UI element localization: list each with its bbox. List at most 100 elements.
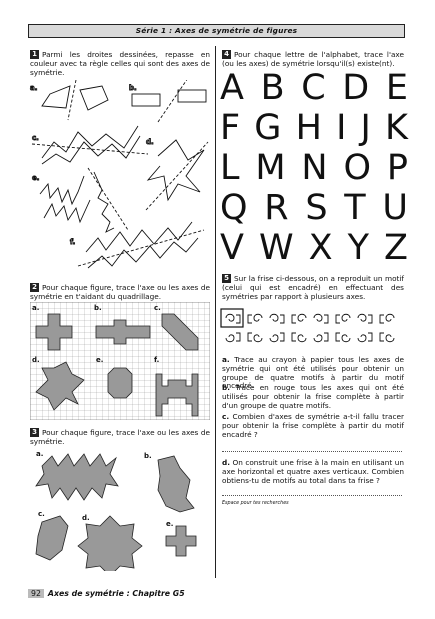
ex1-figures: a. b. c. d. e. f. (30, 80, 209, 269)
ex1-label-d: d. (146, 138, 154, 146)
letter-u: U (382, 188, 408, 228)
letter-x: X (308, 228, 333, 268)
letter-a: A (220, 68, 244, 108)
letter-f: F (220, 108, 241, 148)
ex1-fig-e2 (43, 199, 91, 224)
ex2-fig-e (107, 367, 133, 399)
ex1-fig-b-right (177, 89, 207, 103)
ex1-fig-e1 (39, 175, 85, 206)
ex1-line-b (157, 80, 188, 123)
ex2-grid-figures: a. b. c. d. e. f. (30, 302, 210, 420)
frieze-motif (313, 332, 329, 343)
ex5-question-b: b. Trace en rouge tous les axes qui ont … (222, 383, 404, 410)
ex2-label-d: d. (32, 356, 40, 364)
frieze-motif (335, 332, 351, 343)
letter-z: Z (384, 228, 408, 268)
ex5-statement: 5 Sur la frise ci-dessous, on a reproduit… (222, 274, 404, 301)
ex2-number: 2 (30, 283, 39, 292)
letter-l: L (220, 148, 240, 188)
letter-w: W (258, 228, 294, 268)
ex4-statement: 4 Pour chaque lettre de l'alphabet, trace… (222, 50, 404, 69)
ex3-figures: a. b. c. d. e. (35, 450, 197, 571)
ex1-fig-c2 (41, 135, 141, 165)
ex4-number: 4 (222, 50, 231, 59)
frieze-motif (357, 332, 373, 343)
page-header: Série 1 : Axes de symétrie de figures (28, 24, 405, 38)
ex3-text: Pour chaque figure, trace l'axe ou les a… (30, 428, 210, 446)
letter-r: R (264, 188, 289, 228)
ex3-label-a: a. (36, 450, 43, 458)
letter-v: V (220, 228, 244, 268)
ex3-fig-d (77, 515, 143, 571)
ex1-label-b: b. (129, 84, 137, 92)
frieze-motif (313, 313, 329, 324)
frieze (220, 308, 395, 343)
column-divider (215, 46, 216, 578)
ex1-label-a: a. (30, 84, 37, 92)
letter-y: Y (347, 228, 369, 268)
ex1-fig-c (41, 125, 139, 159)
ex3-number: 3 (30, 428, 39, 437)
letter-s: S (305, 188, 328, 228)
frieze-motif (357, 313, 373, 324)
ex1-label-e: e. (32, 174, 39, 182)
chapter-title: Axes de symétrie : Chapitre G5 (47, 588, 185, 598)
ex2-label-a: a. (32, 304, 39, 312)
ex5-text: Sur la frise ci-dessous, on a reproduit … (222, 274, 404, 301)
ex1-line-c (31, 143, 149, 155)
ex3-label-e: e. (166, 520, 173, 528)
letter-row-3: L M N O P (220, 148, 410, 188)
ex1-label-c: c. (32, 134, 39, 142)
letter-row-4: Q R S T U (220, 188, 410, 228)
ex5-qa-label: a. (222, 355, 230, 364)
research-space-label: Espace pour tes recherches (222, 501, 289, 506)
letter-p: P (386, 148, 408, 188)
frieze-motif (247, 313, 263, 324)
ex3-label-c: c. (38, 510, 45, 518)
page-number: 92 (28, 588, 44, 598)
ex1-fig-f (85, 221, 193, 253)
ex1-fig-d (146, 139, 205, 202)
frieze-motif (379, 313, 395, 324)
letter-row-1: A B C D E (220, 68, 410, 108)
frieze-motif (269, 313, 285, 324)
letter-h: H (295, 108, 322, 148)
letter-b: B (260, 68, 285, 108)
frieze-motif (291, 332, 307, 343)
letter-m: M (255, 148, 286, 188)
ex2-statement: 2 Pour chaque figure, trace l'axe ou les … (30, 283, 210, 302)
ex5-qd-label: d. (222, 458, 230, 467)
letter-j: J (360, 108, 371, 148)
ex5-qc-text: Combien d'axes de symétrie a-t-il fallu … (222, 412, 404, 439)
frieze-motif (269, 332, 285, 343)
ex3-statement: 3 Pour chaque figure, trace l'axe ou les … (30, 428, 210, 447)
ex2-text: Pour chaque figure, trace l'axe ou les a… (30, 283, 210, 301)
ex1-statement: 1 Parmi les droites dessinées, repasse en… (30, 50, 210, 77)
ex1-fig-a-right (79, 85, 109, 111)
letter-t: T (344, 188, 366, 228)
ex5-number: 5 (222, 274, 231, 283)
ex5-question-d: d. On construit une frise à la main en u… (222, 458, 404, 485)
frieze-motif (247, 332, 263, 343)
ex3-fig-b (157, 455, 195, 513)
ex1-fig-b-left (131, 93, 161, 107)
ex2-label-b: b. (94, 304, 102, 312)
ex1-fig-a-left (41, 85, 71, 109)
ex3-label-d: d. (82, 514, 90, 522)
ex2-label-c: c. (154, 304, 161, 312)
letter-row-5: V W X Y Z (220, 228, 410, 268)
ex5-question-c: c. Combien d'axes de symétrie a-t-il fal… (222, 412, 404, 439)
ex3-label-b: b. (144, 452, 152, 460)
letter-q: Q (220, 188, 248, 228)
answer-line-d (222, 495, 402, 496)
ex1-label-f: f. (70, 238, 75, 246)
ex1-text: Parmi les droites dessinées, repasse en … (30, 50, 210, 77)
frieze-motif (335, 313, 351, 324)
ex4-text: Pour chaque lettre de l'alphabet, trace … (222, 50, 404, 68)
ex5-qb-label: b. (222, 383, 230, 392)
letter-row-2: F G H I J K (220, 108, 410, 148)
letter-g: G (254, 108, 282, 148)
letter-o: O (343, 148, 372, 188)
frieze-motif (379, 332, 395, 343)
alphabet-letters: A B C D E F G H I J K L M N O P Q R S T … (220, 68, 410, 268)
